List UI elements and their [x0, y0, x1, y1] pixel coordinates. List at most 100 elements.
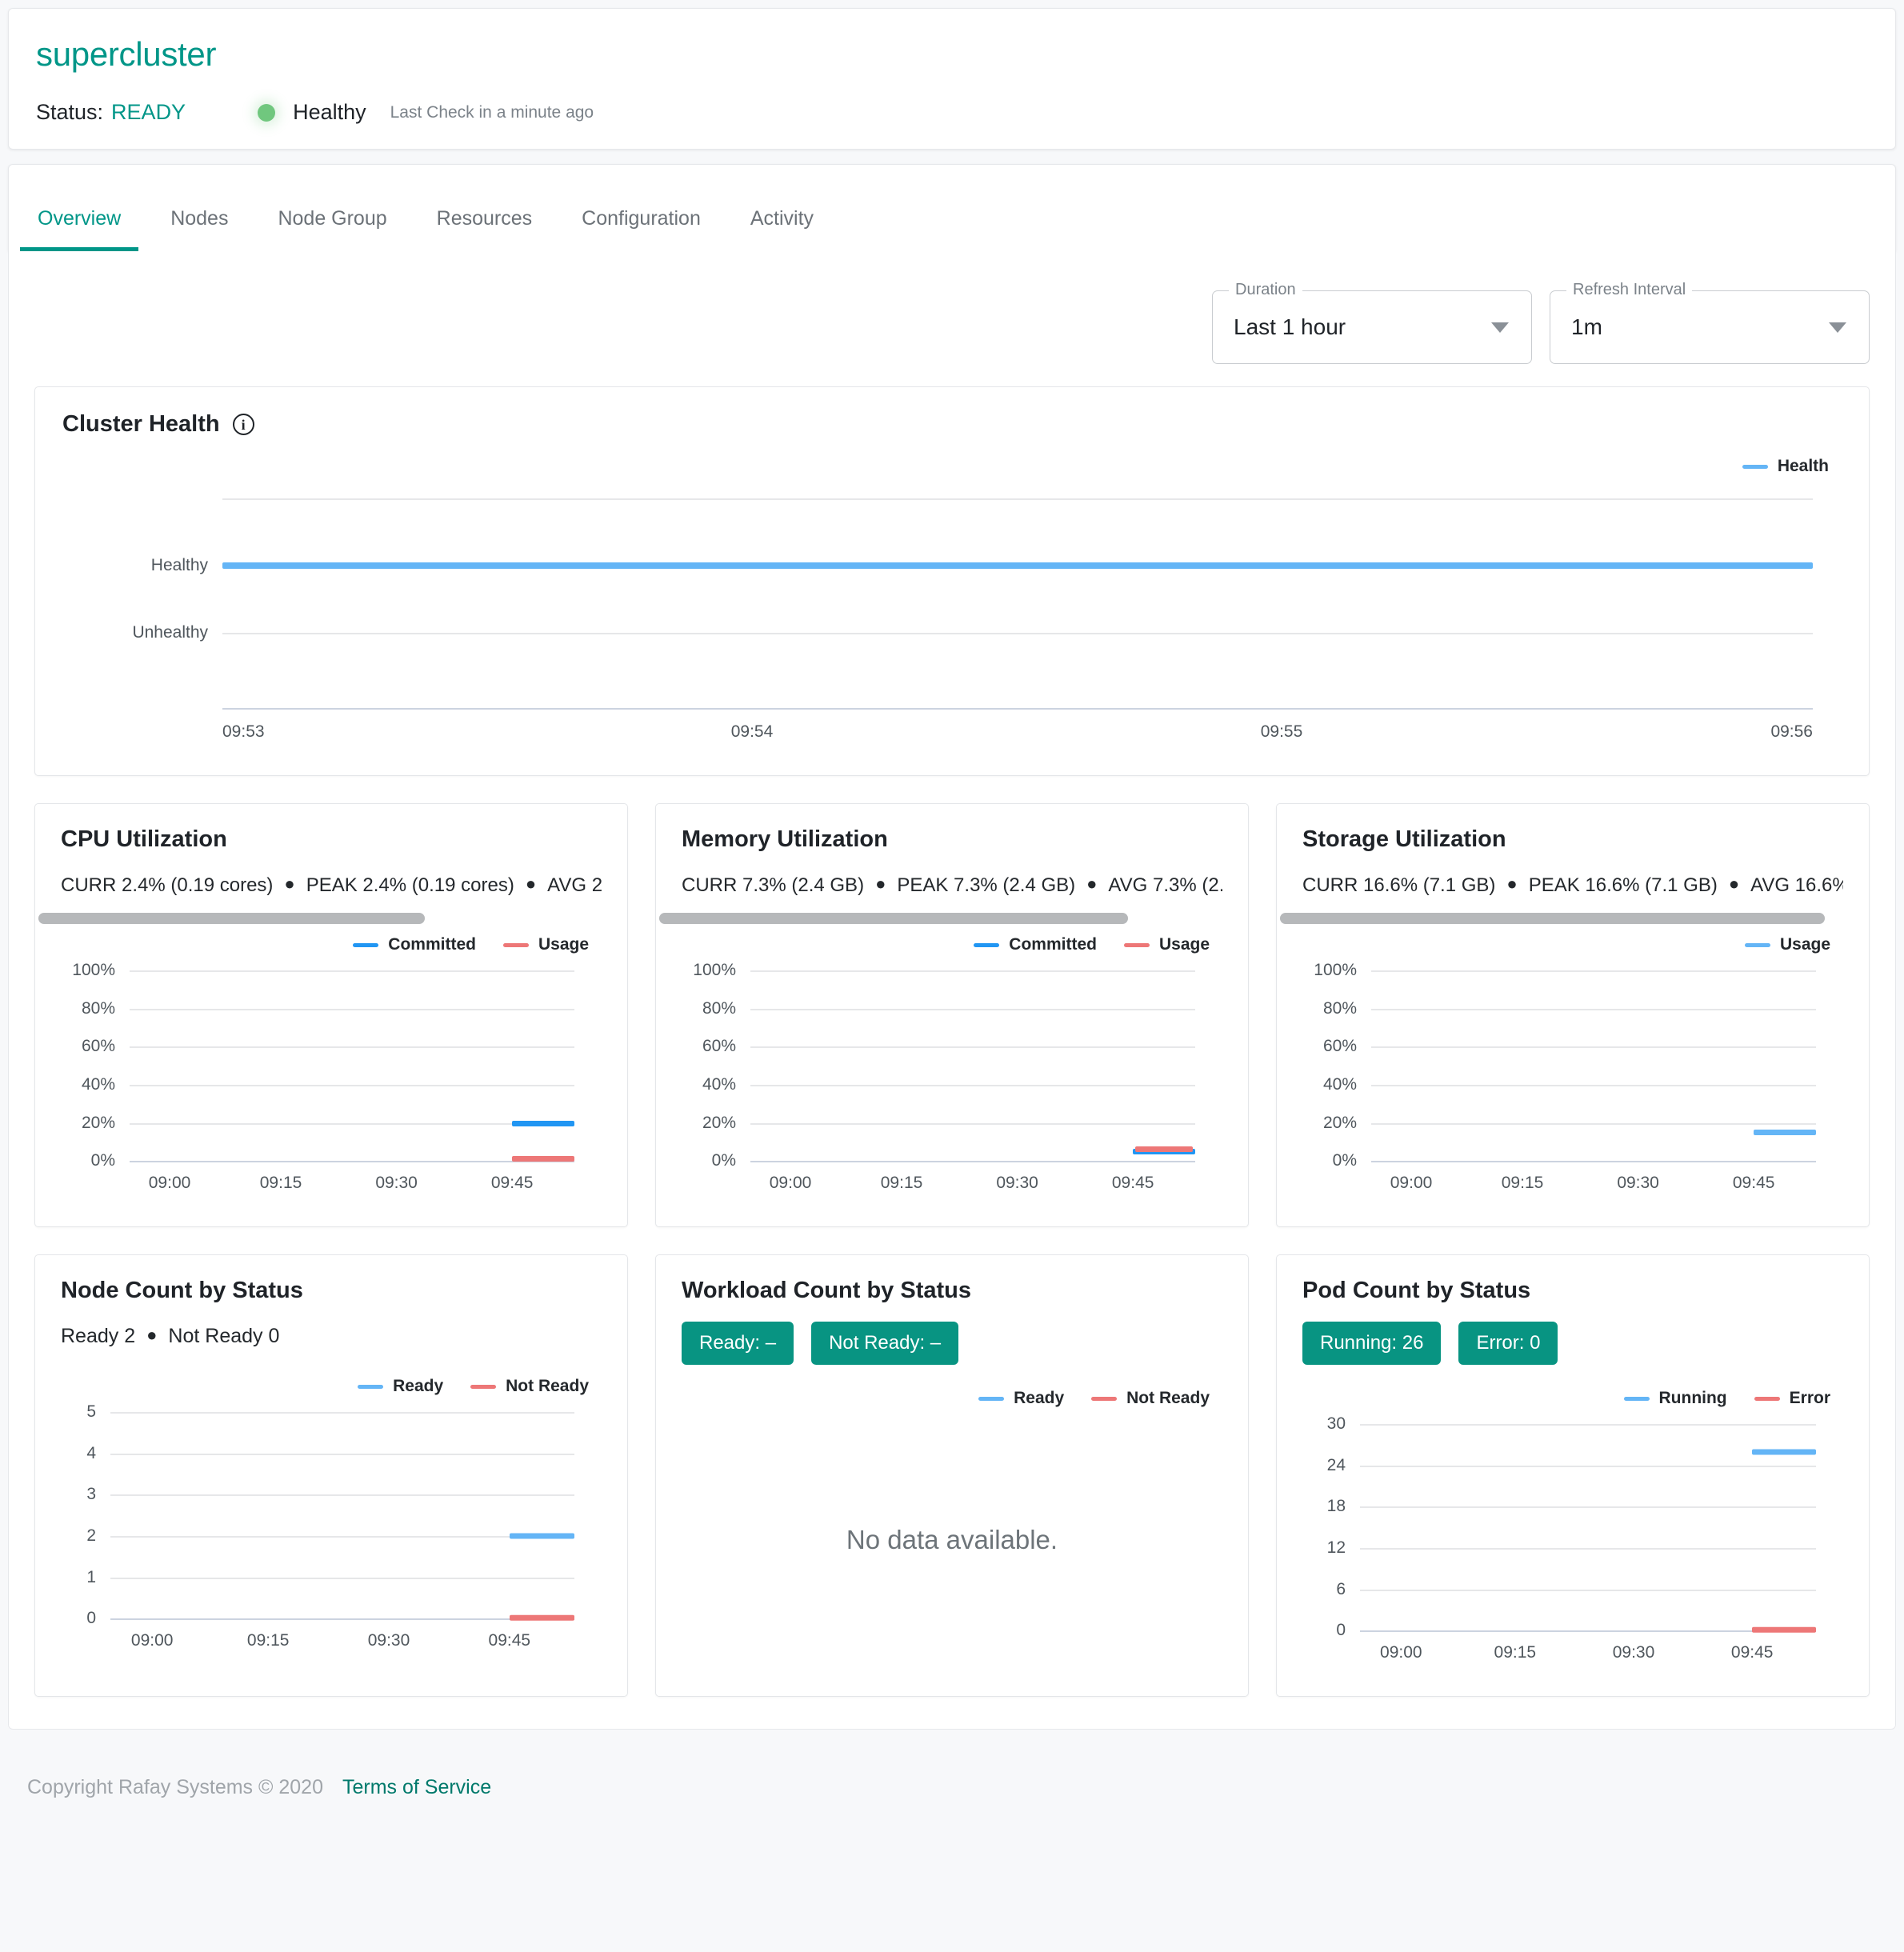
x-axis-line	[130, 1161, 574, 1163]
legend-item-not-ready[interactable]: Not Ready	[1091, 1389, 1210, 1408]
legend-label-committed: Committed	[388, 935, 476, 954]
legend-item-usage[interactable]: Usage	[1744, 935, 1830, 954]
legend-label-not-ready: Not Ready	[506, 1377, 589, 1396]
memory-stats-scrollbar[interactable]	[659, 913, 1245, 925]
last-check-text: Last Check in a minute ago	[390, 102, 594, 122]
node-count-ready: Ready 2	[61, 1325, 136, 1348]
cluster-header-card: supercluster Status: READY Healthy Last …	[8, 8, 1896, 150]
info-icon[interactable]: i	[232, 414, 254, 436]
workload-count-card: Workload Count by Status Ready: – Not Re…	[655, 1254, 1249, 1698]
cpu-stat-peak: PEAK 2.4% (0.19 cores)	[306, 874, 514, 897]
legend-swatch-error	[1754, 1396, 1780, 1401]
gridline	[130, 970, 574, 973]
badge-pod-running[interactable]: Running: 26	[1302, 1322, 1442, 1366]
health-status-dot-icon	[258, 103, 276, 122]
badge-workload-not-ready[interactable]: Not Ready: –	[811, 1322, 959, 1366]
cpu-stats-scrollbar[interactable]	[38, 913, 624, 925]
duration-select[interactable]: Duration Last 1 hour	[1212, 281, 1532, 365]
x-axis-line	[110, 1618, 574, 1621]
y-tick: 100%	[1314, 961, 1357, 980]
legend-swatch-not-ready	[1091, 1396, 1118, 1401]
cluster-health-plot: Healthy Unhealthy 09:53 09:54 09:55 09:5…	[132, 498, 1813, 741]
badge-pod-error[interactable]: Error: 0	[1458, 1322, 1558, 1366]
legend-item-usage[interactable]: Usage	[502, 935, 589, 954]
pod-badges: Running: 26 Error: 0	[1302, 1322, 1843, 1366]
gridline	[1371, 1008, 1816, 1010]
gridline	[1360, 1547, 1816, 1550]
node-count-plot: 5 4 3 2 1 0 09:00 09:15 09:30 09:45	[86, 1402, 574, 1650]
legend-label-error: Error	[1789, 1389, 1830, 1408]
y-tick: 100%	[72, 961, 115, 980]
legend-label-ready: Ready	[393, 1377, 444, 1396]
workload-no-data-message: No data available.	[846, 1525, 1058, 1555]
y-tick: 40%	[81, 1074, 115, 1094]
storage-utilization-card: Storage Utilization CURR 16.6% (7.1 GB) ●…	[1276, 803, 1870, 1228]
storage-plot: 100% 80% 60% 40% 20% 0% 09:00 09:15 09:3…	[1314, 961, 1816, 1192]
y-tick: 5	[86, 1402, 96, 1422]
legend-label-not-ready: Not Ready	[1126, 1389, 1210, 1408]
badge-workload-ready[interactable]: Ready: –	[682, 1322, 794, 1366]
legend-swatch-usage	[1123, 942, 1150, 947]
tab-activity[interactable]: Activity	[733, 207, 831, 251]
x-tick: 09:15	[1501, 1174, 1544, 1193]
legend-label-usage: Usage	[1779, 935, 1830, 954]
y-tick: 0%	[1332, 1151, 1357, 1170]
memory-stat-peak: PEAK 7.3% (2.4 GB)	[897, 874, 1076, 897]
x-tick: 09:45	[1732, 1174, 1775, 1193]
overview-panel: Duration Last 1 hour Refresh Interval 1m…	[8, 250, 1896, 1730]
x-tick: 09:00	[130, 1631, 174, 1650]
x-tick: 09:56	[1770, 722, 1813, 742]
node-count-legend: Ready Not Ready	[61, 1377, 602, 1396]
tab-nodes[interactable]: Nodes	[153, 207, 246, 251]
legend-item-running[interactable]: Running	[1623, 1389, 1727, 1408]
series-usage-line	[512, 1156, 574, 1162]
legend-swatch-ready	[978, 1396, 1005, 1401]
series-ready-line	[509, 1533, 574, 1539]
x-tick: 09:00	[1390, 1174, 1433, 1193]
memory-utilization-card: Memory Utilization CURR 7.3% (2.4 GB) ● PE…	[655, 803, 1249, 1228]
legend-item-health[interactable]: Health	[1742, 457, 1829, 476]
tab-node-group[interactable]: Node Group	[260, 207, 404, 251]
gridline	[1371, 1084, 1816, 1086]
x-axis-line	[1360, 1630, 1816, 1633]
x-tick: 09:45	[1730, 1643, 1774, 1662]
tab-configuration[interactable]: Configuration	[564, 207, 718, 251]
legend-item-usage[interactable]: Usage	[1123, 935, 1210, 954]
legend-item-not-ready[interactable]: Not Ready	[470, 1377, 589, 1396]
tab-overview[interactable]: Overview	[20, 207, 139, 252]
x-tick: 09:15	[246, 1631, 290, 1650]
legend-item-ready[interactable]: Ready	[358, 1377, 443, 1396]
pod-count-chart: 30 24 18 12 6 0 09:00 09:15 09:30 09:45	[1302, 1414, 1843, 1672]
pod-count-card: Pod Count by Status Running: 26 Error: 0…	[1276, 1254, 1870, 1698]
y-tick: 20%	[702, 1113, 736, 1132]
y-tick: 40%	[702, 1074, 736, 1094]
gridline	[110, 1494, 574, 1497]
y-tick: 80%	[81, 998, 115, 1018]
terms-of-service-link[interactable]: Terms of Service	[342, 1776, 491, 1799]
cpu-stat-curr: CURR 2.4% (0.19 cores)	[61, 874, 274, 897]
refresh-interval-select[interactable]: Refresh Interval 1m	[1550, 281, 1870, 365]
gridline	[1371, 1122, 1816, 1125]
legend-item-error[interactable]: Error	[1754, 1389, 1830, 1408]
status-label: Status:	[36, 100, 104, 125]
storage-title: Storage Utilization	[1302, 826, 1506, 853]
gridline	[222, 632, 1813, 634]
legend-item-ready[interactable]: Ready	[978, 1389, 1064, 1408]
cluster-health-chart: Healthy Unhealthy 09:53 09:54 09:55 09:5…	[62, 498, 1842, 754]
status-row: Status: READY Healthy Last Check in a mi…	[36, 100, 1868, 125]
memory-legend: Committed Usage	[682, 935, 1222, 954]
legend-item-committed[interactable]: Committed	[353, 935, 476, 954]
workload-badges: Ready: – Not Ready: –	[682, 1322, 1222, 1366]
storage-stats-scrollbar[interactable]	[1280, 913, 1866, 925]
gridline	[1360, 1589, 1816, 1591]
x-tick: 09:30	[1612, 1643, 1655, 1662]
tab-resources[interactable]: Resources	[419, 207, 550, 251]
chart-controls: Duration Last 1 hour Refresh Interval 1m	[30, 271, 1874, 380]
series-running-line	[1752, 1449, 1816, 1454]
y-tick: 30	[1326, 1414, 1346, 1434]
legend-label-usage: Usage	[1158, 935, 1210, 954]
y-tick-healthy: Healthy	[150, 556, 208, 575]
node-count-card: Node Count by Status Ready 2 ● Not Ready 0…	[34, 1254, 628, 1698]
legend-item-committed[interactable]: Committed	[974, 935, 1097, 954]
y-tick: 40%	[1322, 1074, 1357, 1094]
